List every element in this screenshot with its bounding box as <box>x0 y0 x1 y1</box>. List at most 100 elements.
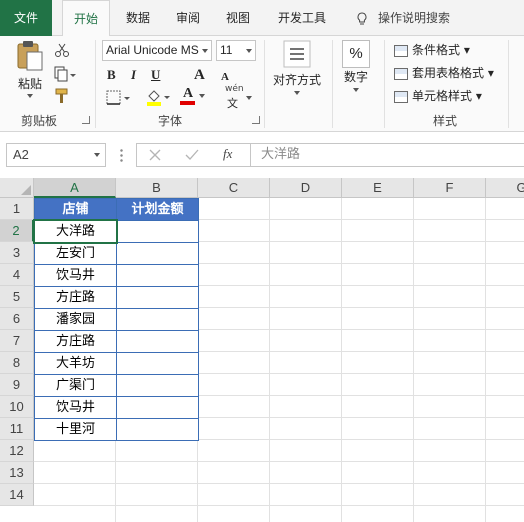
tab-view[interactable]: 视图 <box>216 0 260 36</box>
column-header-g[interactable]: G <box>486 178 524 198</box>
row-header-8[interactable]: 8 <box>0 352 34 374</box>
table-cell[interactable] <box>116 286 199 309</box>
tab-review[interactable]: 审阅 <box>166 0 210 36</box>
row-header-5[interactable]: 5 <box>0 286 34 308</box>
column-header-f[interactable]: F <box>414 178 486 198</box>
enter-check-icon[interactable] <box>185 149 199 161</box>
worksheet-grid[interactable]: ABCDEFG 1 2 3 4 5 6 7 8 9 10 11 12 13 14 店铺 计划金额 大洋路 左安门… <box>0 178 524 522</box>
align-icon <box>283 40 311 68</box>
row-header-7[interactable]: 7 <box>0 330 34 352</box>
row-header-10[interactable]: 10 <box>0 396 34 418</box>
percent-icon: % <box>342 40 370 68</box>
cancel-icon[interactable] <box>149 149 161 161</box>
formula-controls: fx <box>136 143 250 167</box>
column-header-e[interactable]: E <box>342 178 414 198</box>
clipboard-group-label: 剪贴板 <box>20 114 57 128</box>
table-cell[interactable] <box>116 374 199 397</box>
font-color-swatch <box>180 101 195 105</box>
row-header-13[interactable]: 13 <box>0 462 34 484</box>
copy-icon[interactable] <box>54 66 76 82</box>
format-painter-icon[interactable] <box>54 88 72 104</box>
table-cell[interactable] <box>116 396 199 419</box>
table-cell[interactable]: 大洋路 <box>34 220 117 243</box>
column-header-d[interactable]: D <box>270 178 342 198</box>
chevron-down-icon <box>199 94 205 98</box>
row-header-14[interactable]: 14 <box>0 484 34 506</box>
tab-developer[interactable]: 开发工具 <box>268 0 336 36</box>
row-header-2[interactable]: 2 <box>0 220 34 242</box>
grow-font-button[interactable]: A <box>194 66 205 84</box>
paste-button[interactable]: 粘贴 <box>8 40 52 98</box>
clipboard-launcher-icon[interactable] <box>82 116 90 124</box>
row-header-6[interactable]: 6 <box>0 308 34 330</box>
row-header-11[interactable]: 11 <box>0 418 34 440</box>
table-cell[interactable]: 方庄路 <box>34 286 117 309</box>
font-color-button[interactable]: A <box>180 86 208 106</box>
tell-me-search[interactable]: 操作说明搜索 <box>356 0 450 36</box>
table-header-cell[interactable]: 店铺 <box>34 198 117 221</box>
divider <box>384 40 385 128</box>
font-name-select[interactable]: Arial Unicode MS <box>102 40 212 61</box>
font-group-label: 字体 <box>157 114 182 128</box>
alignment-button[interactable]: 对齐方式 <box>270 40 324 95</box>
cut-icon[interactable] <box>54 42 70 58</box>
row-header-1[interactable]: 1 <box>0 198 34 220</box>
phonetic-guide-button[interactable]: wén 文 <box>224 84 252 110</box>
table-cell[interactable]: 大羊坊 <box>34 352 117 375</box>
underline-button[interactable]: U <box>151 66 160 84</box>
resize-handle[interactable] <box>120 148 123 162</box>
select-all-button[interactable] <box>0 178 34 198</box>
table-cell[interactable]: 潘家园 <box>34 308 117 331</box>
name-box[interactable]: A2 <box>6 143 106 167</box>
table-cell[interactable] <box>116 330 199 353</box>
conditional-formatting-button[interactable]: 条件格式 ▾ <box>394 40 470 60</box>
table-cell[interactable]: 广渠门 <box>34 374 117 397</box>
chevron-down-icon <box>202 49 208 53</box>
insert-function-button[interactable]: fx <box>223 146 232 162</box>
divider <box>264 40 265 128</box>
column-header-a[interactable]: A <box>34 178 116 198</box>
table-cell[interactable]: 饮马井 <box>34 396 117 419</box>
fill-color-icon[interactable] <box>146 88 170 106</box>
column-header-b[interactable]: B <box>116 178 198 198</box>
row-header-4[interactable]: 4 <box>0 264 34 286</box>
phonetic-pinyin: wén <box>225 84 244 94</box>
table-cell[interactable]: 十里河 <box>34 418 117 441</box>
paste-dropdown-icon <box>27 94 33 98</box>
italic-button[interactable]: I <box>131 66 136 84</box>
table-cell[interactable] <box>116 264 199 287</box>
font-launcher-icon[interactable] <box>252 116 260 124</box>
format-as-table-button[interactable]: 套用表格格式 ▾ <box>394 63 494 83</box>
tab-file[interactable]: 文件 <box>0 0 52 36</box>
table-cell[interactable] <box>116 220 199 243</box>
borders-icon[interactable] <box>106 90 132 106</box>
alignment-label: 对齐方式 <box>272 73 321 87</box>
number-format-button[interactable]: % 数字 <box>338 40 374 92</box>
bold-button[interactable]: B <box>107 66 116 84</box>
cell-styles-icon <box>394 90 408 103</box>
table-cell[interactable] <box>116 242 199 265</box>
row-header-12[interactable]: 12 <box>0 440 34 462</box>
tab-data[interactable]: 数据 <box>116 0 160 36</box>
gridline <box>413 198 414 522</box>
column-header-c[interactable]: C <box>198 178 270 198</box>
table-cell[interactable] <box>116 352 199 375</box>
table-cell[interactable]: 左安门 <box>34 242 117 265</box>
table-cell[interactable] <box>116 308 199 331</box>
cell-styles-button[interactable]: 单元格样式 ▾ <box>394 86 482 106</box>
tab-home[interactable]: 开始 <box>62 0 110 37</box>
formula-bar: A2 fx 大洋路 <box>0 132 524 178</box>
row-header-9[interactable]: 9 <box>0 374 34 396</box>
font-size-select[interactable]: 11 <box>216 40 256 61</box>
table-header-cell[interactable]: 计划金额 <box>116 198 199 221</box>
chevron-down-icon <box>294 91 300 95</box>
gridline <box>34 483 524 484</box>
formula-input[interactable]: 大洋路 <box>250 143 524 167</box>
paste-icon <box>17 41 43 71</box>
table-cell[interactable] <box>116 418 199 441</box>
styles-group-label: 样式 <box>432 114 457 128</box>
table-cell[interactable]: 饮马井 <box>34 264 117 287</box>
conditional-formatting-label: 条件格式 <box>412 43 461 57</box>
row-header-3[interactable]: 3 <box>0 242 34 264</box>
table-cell[interactable]: 方庄路 <box>34 330 117 353</box>
